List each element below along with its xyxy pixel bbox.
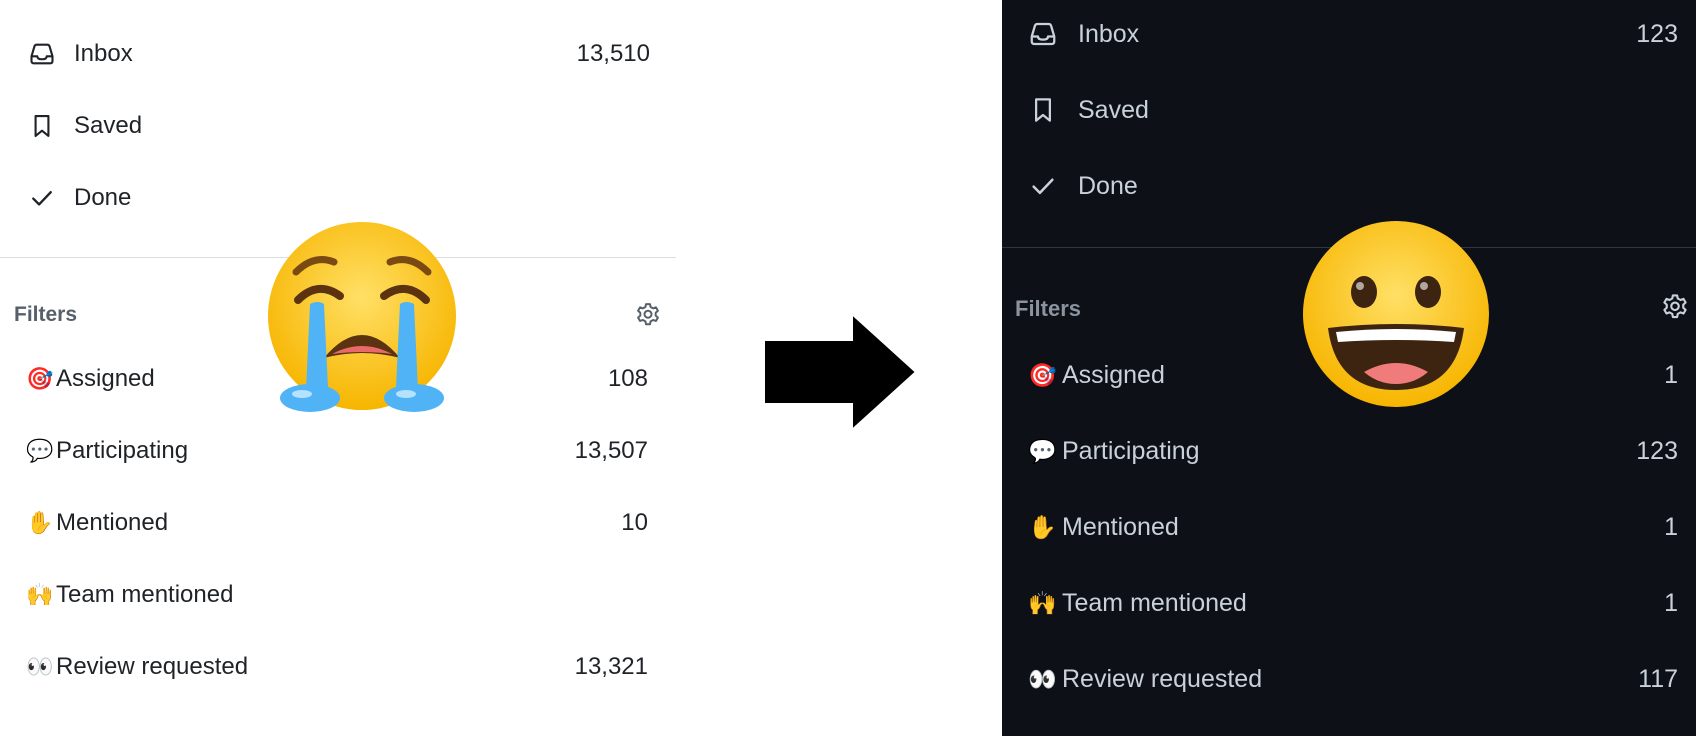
nav-count: 13,510 xyxy=(576,40,650,67)
nav-count: 123 xyxy=(1636,19,1678,48)
filter-count: 108 xyxy=(607,365,648,392)
filters-heading: Filters xyxy=(1015,296,1082,321)
filter-count: 123 xyxy=(1636,436,1678,465)
nav-label: Inbox xyxy=(74,40,133,67)
filter-review-requested[interactable]: 👀 Review requested 117 xyxy=(1028,657,1678,701)
speech-balloon-icon: 💬 xyxy=(26,438,54,463)
eyes-icon: 👀 xyxy=(1028,665,1057,692)
direct-hit-icon: 🎯 xyxy=(1028,361,1057,388)
nav-item-inbox[interactable]: Inbox 123 xyxy=(1028,12,1678,56)
filter-count: 1 xyxy=(1664,360,1678,389)
filter-mentioned[interactable]: ✋ Mentioned 10 xyxy=(26,503,648,543)
nav-label: Saved xyxy=(74,112,143,139)
filter-label: Assigned xyxy=(56,365,155,392)
filter-label: Mentioned xyxy=(1062,512,1179,541)
filter-count: 117 xyxy=(1638,664,1678,693)
filter-count: 1 xyxy=(1664,512,1678,541)
nav-label: Done xyxy=(1078,171,1138,200)
nav-label: Inbox xyxy=(1078,19,1140,48)
filter-label: Participating xyxy=(1062,436,1200,465)
filters-heading: Filters xyxy=(14,303,78,326)
filter-label: Review requested xyxy=(1062,664,1263,693)
filter-review-requested[interactable]: 👀 Review requested 13,321 xyxy=(26,647,648,687)
check-icon xyxy=(1028,171,1058,201)
direct-hit-icon: 🎯 xyxy=(26,366,54,391)
inbox-icon xyxy=(1028,19,1058,49)
filter-mentioned[interactable]: ✋ Mentioned 1 xyxy=(1028,505,1678,549)
nav-label: Saved xyxy=(1078,95,1149,124)
raising-hands-icon: 🙌 xyxy=(1028,589,1057,616)
filter-participating[interactable]: 💬 Participating 123 xyxy=(1028,429,1678,473)
right-arrow-icon xyxy=(762,311,918,433)
nav-item-done[interactable]: Done xyxy=(1028,164,1678,208)
raised-hand-icon: ✋ xyxy=(1028,513,1057,540)
eyes-icon: 👀 xyxy=(26,654,54,679)
filter-count: 13,507 xyxy=(574,437,648,464)
bookmark-icon xyxy=(1028,95,1058,125)
raising-hands-icon: 🙌 xyxy=(26,582,54,607)
raised-hand-icon: ✋ xyxy=(26,510,54,535)
bookmark-icon xyxy=(28,112,56,140)
filter-participating[interactable]: 💬 Participating 13,507 xyxy=(26,431,648,471)
inbox-icon xyxy=(28,40,56,68)
filter-count: 13,321 xyxy=(574,653,648,680)
filter-label: Team mentioned xyxy=(1062,588,1247,617)
nav-item-done[interactable]: Done xyxy=(28,178,650,218)
filter-label: Assigned xyxy=(1062,360,1165,389)
grinning-face-icon xyxy=(1298,220,1494,410)
speech-balloon-icon: 💬 xyxy=(1028,437,1057,464)
filter-team-mentioned[interactable]: 🙌 Team mentioned 1 xyxy=(1028,581,1678,625)
filter-count: 1 xyxy=(1664,588,1678,617)
crying-face-icon xyxy=(262,220,462,420)
nav-item-saved[interactable]: Saved xyxy=(28,106,650,146)
nav-item-saved[interactable]: Saved xyxy=(1028,88,1678,132)
filter-label: Review requested xyxy=(56,653,249,680)
nav-label: Done xyxy=(74,184,132,211)
filter-label: Participating xyxy=(56,437,189,464)
nav-item-inbox[interactable]: Inbox 13,510 xyxy=(28,34,650,74)
gear-icon[interactable] xyxy=(1660,291,1690,321)
check-icon xyxy=(28,184,56,212)
filter-team-mentioned[interactable]: 🙌 Team mentioned xyxy=(26,575,648,615)
filter-count: 10 xyxy=(621,509,648,536)
filter-label: Mentioned xyxy=(56,509,169,536)
gear-icon[interactable] xyxy=(634,300,662,328)
filter-label: Team mentioned xyxy=(56,581,234,608)
